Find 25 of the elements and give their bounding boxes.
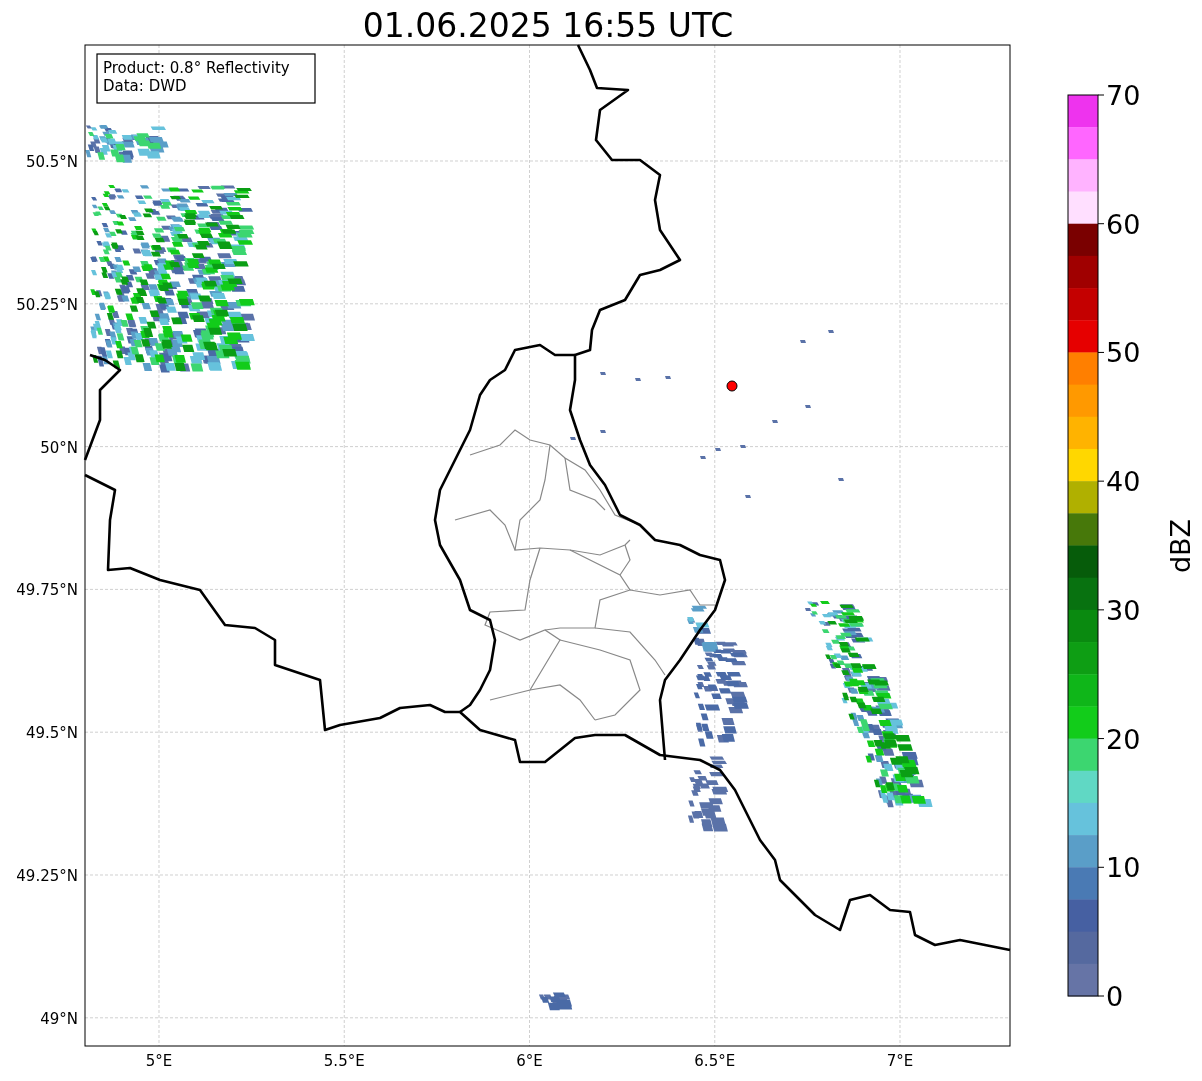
colorbar-tick-label: 60 [1106,208,1141,240]
colorbar-tick-label: 50 [1106,337,1141,369]
radar-site-marker [726,380,738,392]
latitude-label: 49.75°N [16,581,78,600]
latitude-label: 49.25°N [16,867,78,885]
latitude-label: 50.5°N [25,153,78,171]
latitude-label: 49°N [40,1009,78,1028]
longitude-label: 5.5°E [323,1052,365,1070]
info-text: Product: 0.8° Reflectivity [103,59,290,77]
longitude-label: 5°E [145,1052,173,1070]
latitude-label: 50.25°N [16,295,78,314]
longitude-label: 6°E [516,1052,543,1070]
longitude-label: 6.5°E [694,1052,736,1070]
colorbar-tick-label: 10 [1106,852,1141,884]
latitude-label: 50°N [40,438,78,457]
colorbar-label: dBZ [1165,518,1196,574]
chart-title: 01.06.2025 16:55 UTC [362,6,734,45]
longitude-label: 7°E [886,1052,914,1070]
colorbar-tick-label: 0 [1106,981,1124,1012]
colorbar-tick-label: 20 [1106,723,1141,755]
colorbar-tick-label: 40 [1106,466,1141,498]
latitude-label: 49.5°N [25,724,78,743]
colorbar-tick-label: 70 [1106,80,1141,111]
info-text: Data: DWD [103,77,187,95]
colorbar-tick-label: 30 [1106,594,1141,626]
